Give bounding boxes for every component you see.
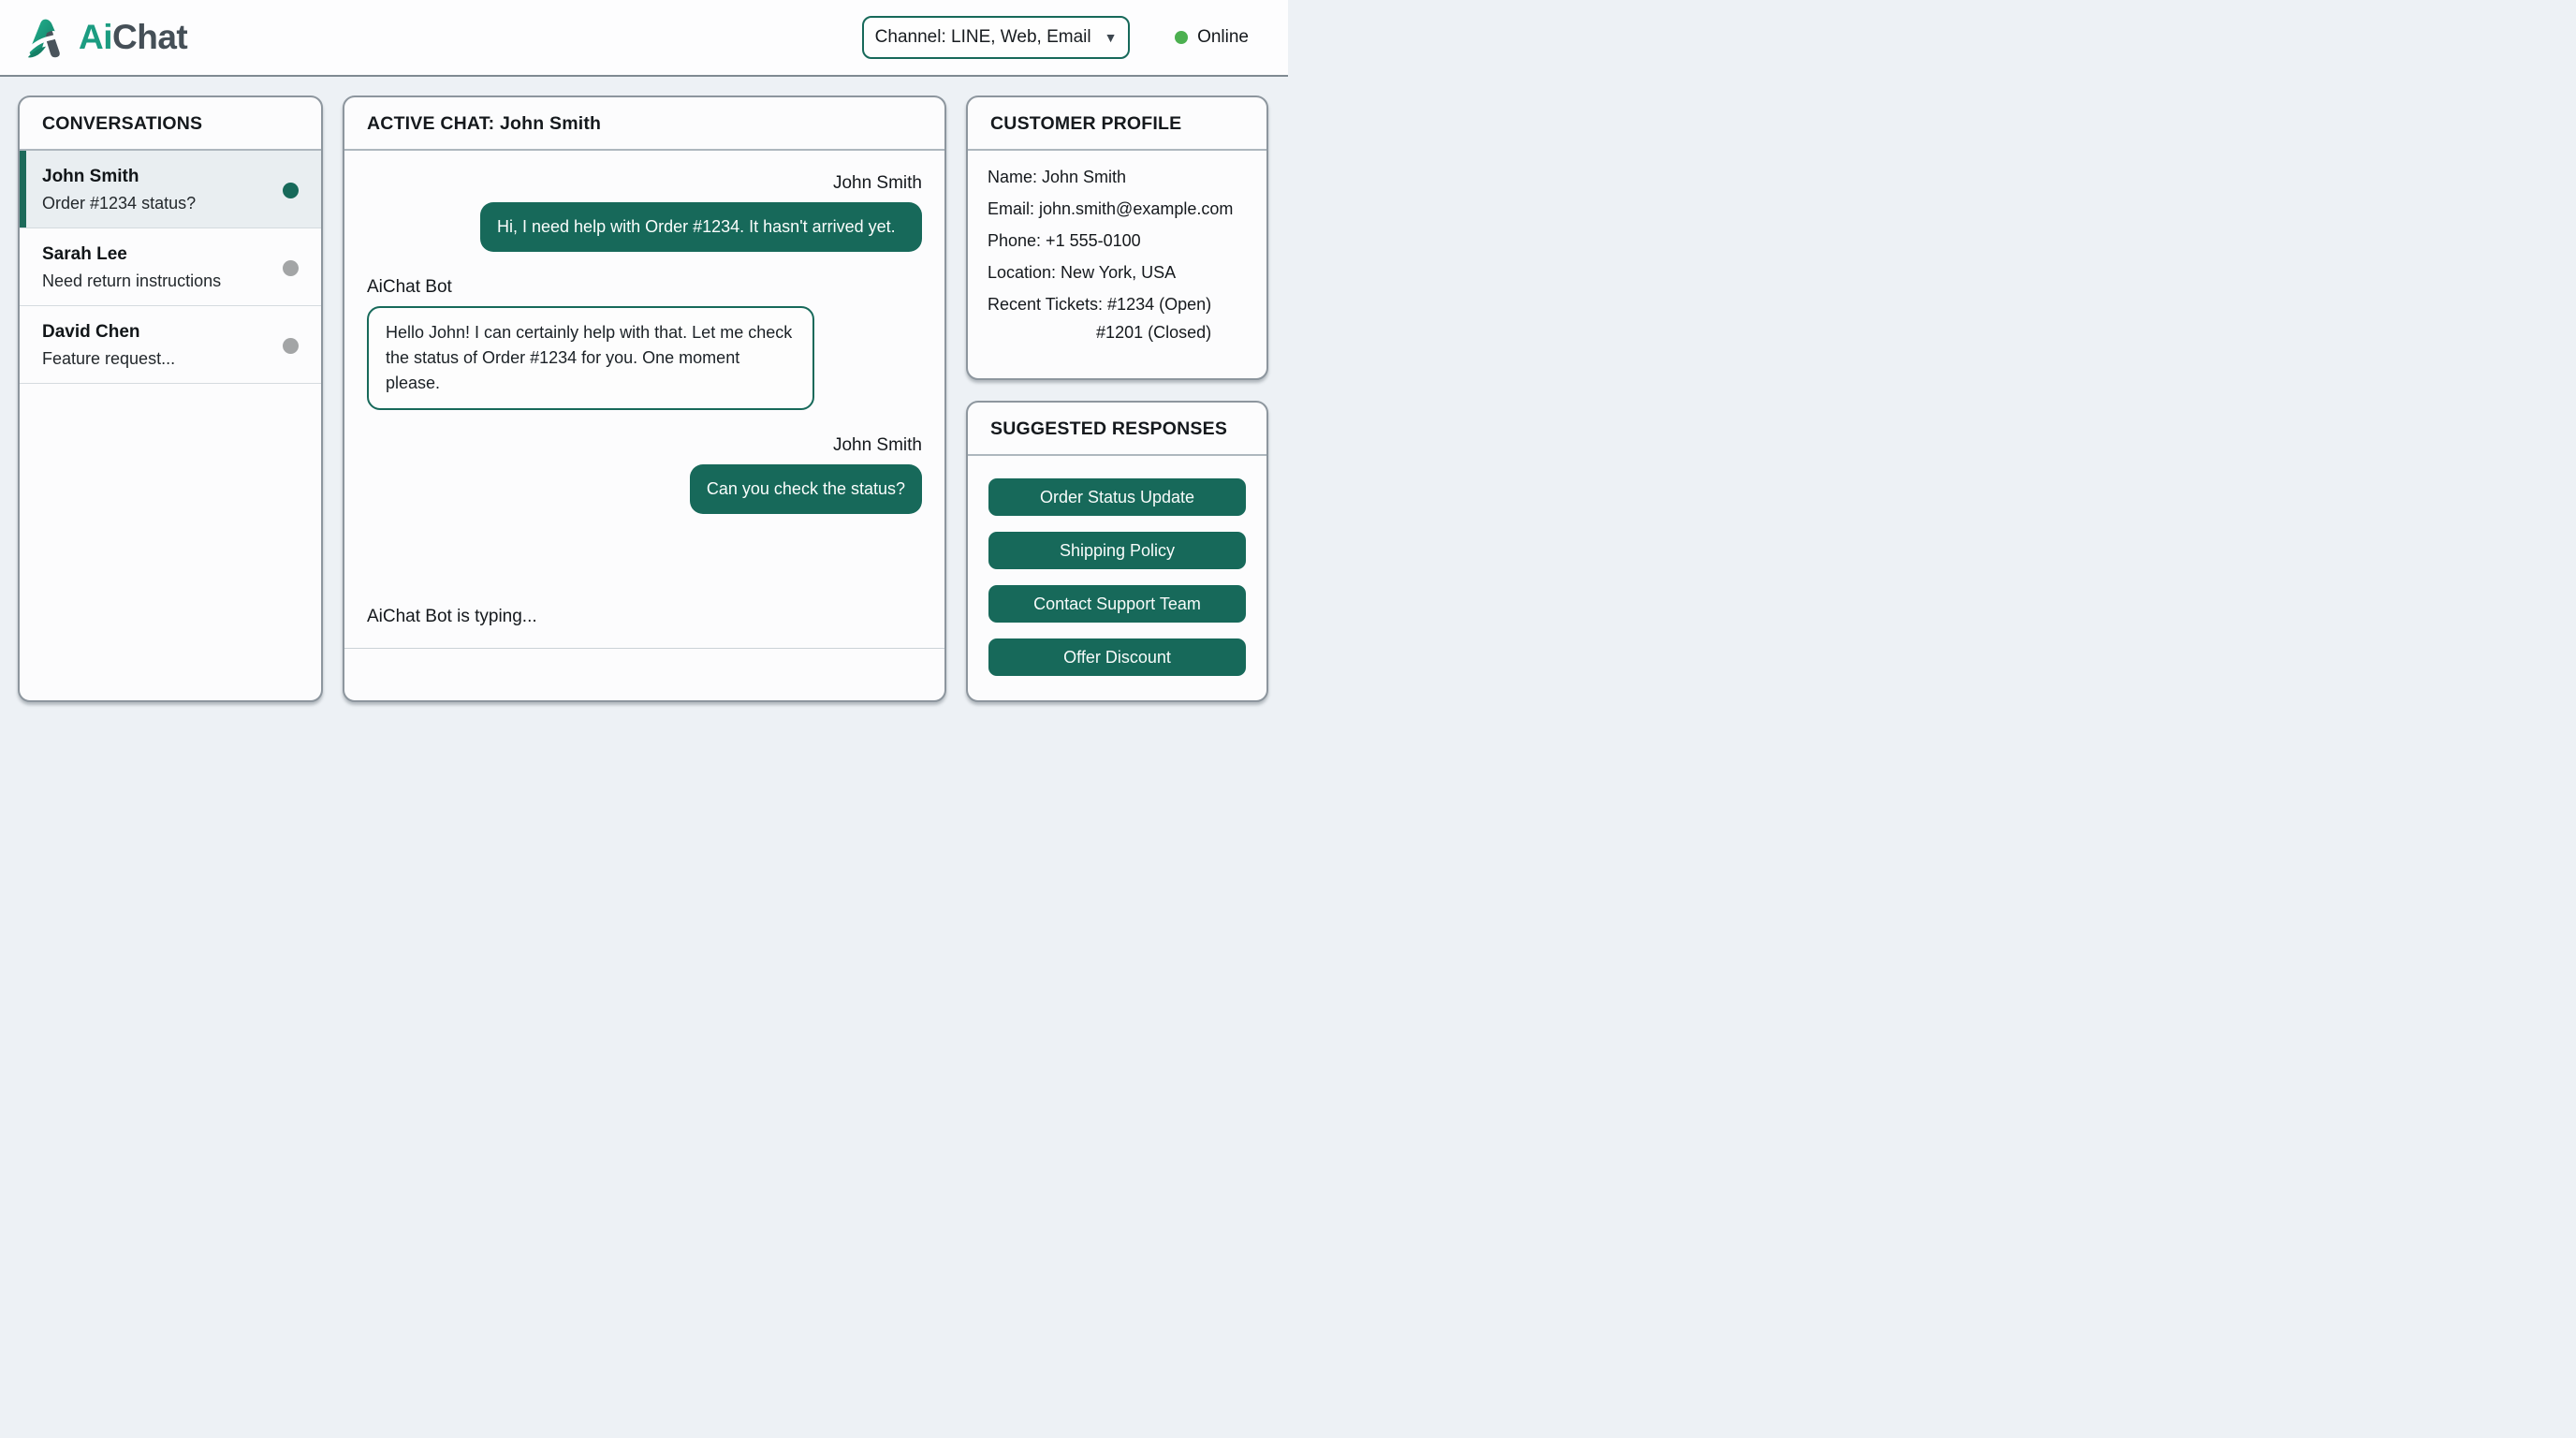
customer-profile-body: Name: John Smith Email: john.smith@exampl… <box>968 151 1266 372</box>
chat-message-area: John Smith Hi, I need help with Order #12… <box>344 151 944 648</box>
chevron-down-icon: ▼ <box>1105 30 1118 45</box>
suggested-responses-panel: SUGGESTED RESPONSES Order Status Update S… <box>966 401 1268 702</box>
conversation-preview: Need return instructions <box>42 271 273 291</box>
conversation-item[interactable]: John Smith Order #1234 status? <box>20 151 321 228</box>
message-sender-label: John Smith <box>833 435 922 456</box>
customer-profile-title: CUSTOMER PROFILE <box>968 97 1266 151</box>
conversation-name: David Chen <box>42 322 273 343</box>
message-bubble: Hello John! I can certainly help with th… <box>367 306 814 410</box>
suggested-responses-list: Order Status Update Shipping Policy Contac… <box>968 456 1266 692</box>
message-bubble: Hi, I need help with Order #1234. It has… <box>480 202 922 252</box>
app-header: AiChat Channel: LINE, Web, Email ▼ Onlin… <box>0 0 1288 77</box>
online-status-dot <box>1175 31 1188 44</box>
chat-message: AiChat Bot Hello John! I can certainly he… <box>367 277 922 410</box>
conversations-panel: CONVERSATIONS John Smith Order #1234 stat… <box>18 95 323 702</box>
channel-selector[interactable]: Channel: LINE, Web, Email ▼ <box>862 16 1130 59</box>
conversation-item[interactable]: Sarah Lee Need return instructions <box>20 228 321 306</box>
message-sender-label: AiChat Bot <box>367 277 452 298</box>
conversation-item[interactable]: David Chen Feature request... <box>20 306 321 384</box>
conversation-name: Sarah Lee <box>42 244 273 265</box>
conversation-name: John Smith <box>42 167 273 187</box>
aichat-logo-icon <box>24 15 69 60</box>
conversations-list: John Smith Order #1234 status? Sarah Lee Ne… <box>20 151 321 700</box>
profile-field: Email: john.smith@example.com <box>988 199 1247 219</box>
profile-field: Phone: +1 555-0100 <box>988 231 1247 251</box>
profile-field: Location: New York, USA <box>988 263 1247 283</box>
conversations-title: CONVERSATIONS <box>20 97 321 151</box>
suggested-response-button[interactable]: Order Status Update <box>988 478 1246 516</box>
typing-indicator: AiChat Bot is typing... <box>367 607 922 648</box>
channel-selector-label: Channel: LINE, Web, Email <box>875 27 1091 48</box>
unread-dot <box>283 183 299 198</box>
profile-field: Recent Tickets: #1234 (Open) #1201 (Close… <box>988 295 1247 343</box>
conversation-preview: Order #1234 status? <box>42 194 273 213</box>
profile-field-tickets-line1: Recent Tickets: #1234 (Open) <box>988 295 1211 315</box>
profile-field-tickets-line2: #1201 (Closed) <box>988 323 1211 343</box>
active-chat-panel: ACTIVE CHAT: John Smith John Smith Hi, I … <box>343 95 946 702</box>
suggested-responses-title: SUGGESTED RESPONSES <box>968 403 1266 456</box>
suggested-response-button[interactable]: Offer Discount <box>988 638 1246 676</box>
chat-message: John Smith Can you check the status? <box>367 435 922 514</box>
brand-name: AiChat <box>79 18 187 57</box>
brand: AiChat <box>24 15 187 60</box>
chat-input-area[interactable] <box>344 648 944 700</box>
suggested-response-button[interactable]: Contact Support Team <box>988 585 1246 623</box>
online-status: Online <box>1175 27 1249 48</box>
unread-dot <box>283 338 299 354</box>
online-status-label: Online <box>1197 27 1249 48</box>
chat-message: John Smith Hi, I need help with Order #12… <box>367 173 922 252</box>
suggested-response-button[interactable]: Shipping Policy <box>988 532 1246 569</box>
conversation-preview: Feature request... <box>42 349 273 369</box>
message-bubble: Can you check the status? <box>690 464 922 514</box>
brand-name-chat: Chat <box>112 18 187 56</box>
active-chat-title: ACTIVE CHAT: John Smith <box>344 97 944 151</box>
unread-dot <box>283 260 299 276</box>
customer-profile-panel: CUSTOMER PROFILE Name: John Smith Email: … <box>966 95 1268 380</box>
profile-field: Name: John Smith <box>988 168 1247 187</box>
message-sender-label: John Smith <box>833 173 922 194</box>
brand-name-ai: Ai <box>79 18 112 56</box>
